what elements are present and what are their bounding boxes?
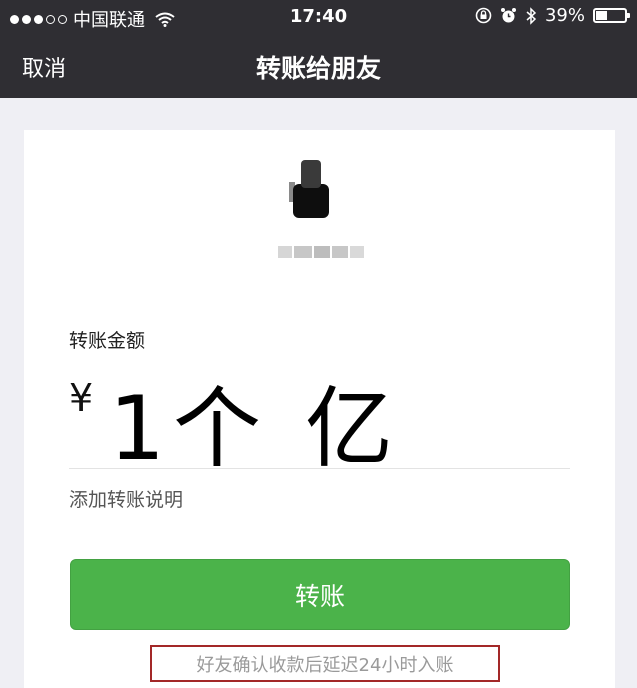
transfer-button[interactable]: 转账 — [70, 559, 570, 630]
amount-value: 1个 亿 — [109, 377, 401, 480]
rotation-lock-icon — [475, 7, 492, 24]
currency-symbol: ¥ — [69, 376, 94, 420]
page-title: 转账给朋友 — [255, 54, 381, 83]
recipient-name-blurred — [278, 242, 366, 264]
transfer-card: 转账金额 ¥ 1个 亿 添加转账说明 转账 好友确认收款后延迟24小时入账 — [24, 130, 615, 688]
battery-level — [596, 11, 607, 20]
delay-notice-text: 好友确认收款后延迟24小时入账 — [196, 654, 454, 676]
alarm-clock-icon — [500, 8, 516, 23]
amount-label: 转账金额 — [69, 330, 146, 352]
status-bar: 中国联通 17:40 39% — [0, 0, 637, 32]
divider — [69, 468, 570, 469]
bluetooth-icon — [526, 6, 537, 25]
delay-notice: 好友确认收款后延迟24小时入账 — [150, 645, 500, 682]
navigation-bar: 取消 转账给朋友 — [0, 32, 637, 98]
transfer-button-label: 转账 — [294, 581, 345, 611]
status-right: 39% — [475, 5, 630, 26]
battery-icon — [593, 8, 630, 23]
avatar — [289, 160, 333, 220]
battery-percentage: 39% — [544, 5, 585, 26]
add-note-link[interactable]: 添加转账说明 — [69, 485, 183, 512]
